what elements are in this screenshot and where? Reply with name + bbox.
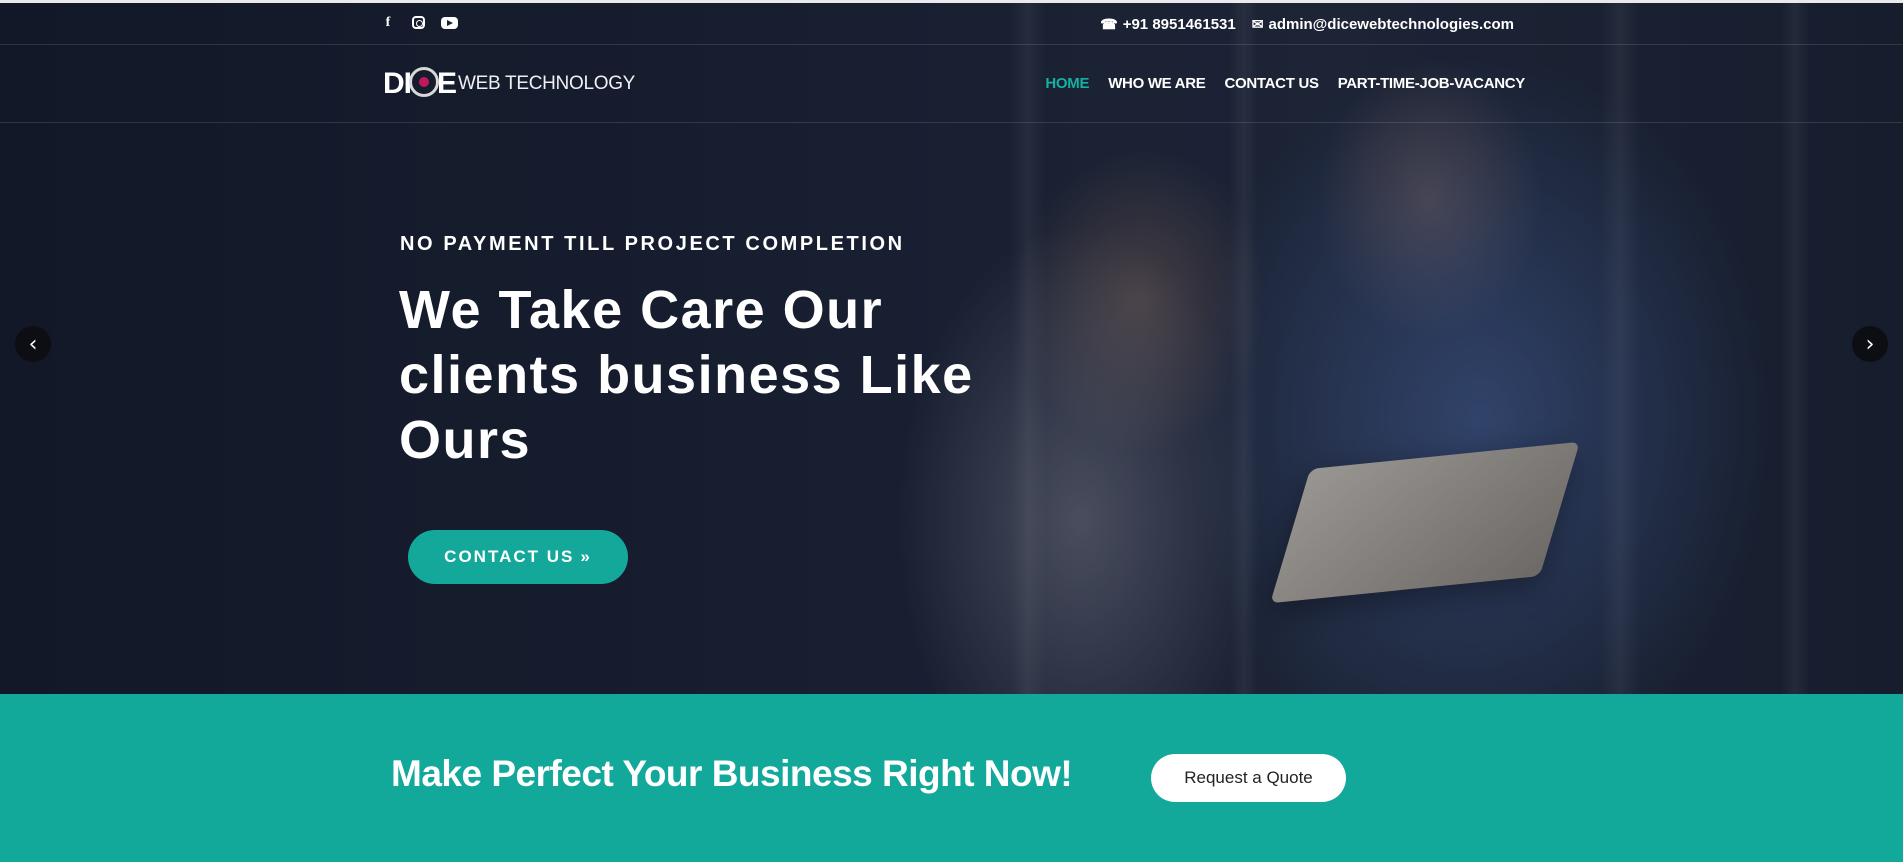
phone-icon: ☎ [1100,16,1118,32]
contact-us-button-label: CONTACT US [444,547,575,566]
nav-item-who-we-are[interactable]: WHO WE ARE [1108,75,1206,92]
phone-contact[interactable]: ☎ +91 8951461531 [1100,16,1236,33]
slider-prev-button[interactable]: ‹ [15,326,51,362]
nav-item-contact-us[interactable]: CONTACT US [1224,75,1319,92]
banner-title: Make Perfect Your Business Right Now! [391,753,1073,794]
envelope-icon: ✉ [1251,16,1264,32]
hero-kicker: NO PAYMENT TILL PROJECT COMPLETION [400,233,905,255]
contact-info: ☎ +91 8951461531 ✉ admin@dicewebtechnolo… [1100,16,1514,33]
hero-slider: f ☎ +91 8951461531 ✉ admin@dicewebtechno… [0,0,1903,694]
main-navbar: DI E WEB TECHNOLOGY HOME WHO WE ARE CONTA… [0,45,1903,123]
instagram-icon[interactable] [412,16,425,29]
logo-text: WEB TECHNOLOGY [458,73,636,94]
chevron-right-icon: › [1865,331,1875,357]
social-links: f [380,15,458,31]
contact-us-button[interactable]: CONTACT US » [408,530,628,584]
logo-mark: DI E [383,67,457,100]
primary-menu: HOME WHO WE ARE CONTACT US PART-TIME-JOB… [1045,75,1525,92]
double-chevron-right-icon: » [580,547,592,566]
facebook-icon[interactable]: f [380,15,396,31]
request-quote-button[interactable]: Request a Quote [1151,754,1346,802]
nav-item-home[interactable]: HOME [1045,75,1089,92]
top-bar: f ☎ +91 8951461531 ✉ admin@dicewebtechno… [0,0,1903,45]
email-address: admin@dicewebtechnologies.com [1268,16,1514,33]
site-logo[interactable]: DI E WEB TECHNOLOGY [383,67,636,100]
hero-headline-line: clients business Like [399,345,974,405]
hero-headline-line: Ours [399,410,532,470]
nav-item-part-time-job-vacancy[interactable]: PART-TIME-JOB-VACANCY [1338,75,1526,92]
slider-next-button[interactable]: › [1852,326,1888,362]
youtube-icon[interactable] [441,17,458,29]
chevron-left-icon: ‹ [28,331,38,357]
email-contact[interactable]: ✉ admin@dicewebtechnologies.com [1252,16,1514,33]
hero-headline-line: We Take Care Our [399,280,884,340]
cta-banner: Make Perfect Your Business Right Now! Re… [0,694,1903,862]
phone-number: +91 8951461531 [1122,16,1236,33]
hero-headline: We Take Care Our clients business Like O… [399,278,1039,473]
